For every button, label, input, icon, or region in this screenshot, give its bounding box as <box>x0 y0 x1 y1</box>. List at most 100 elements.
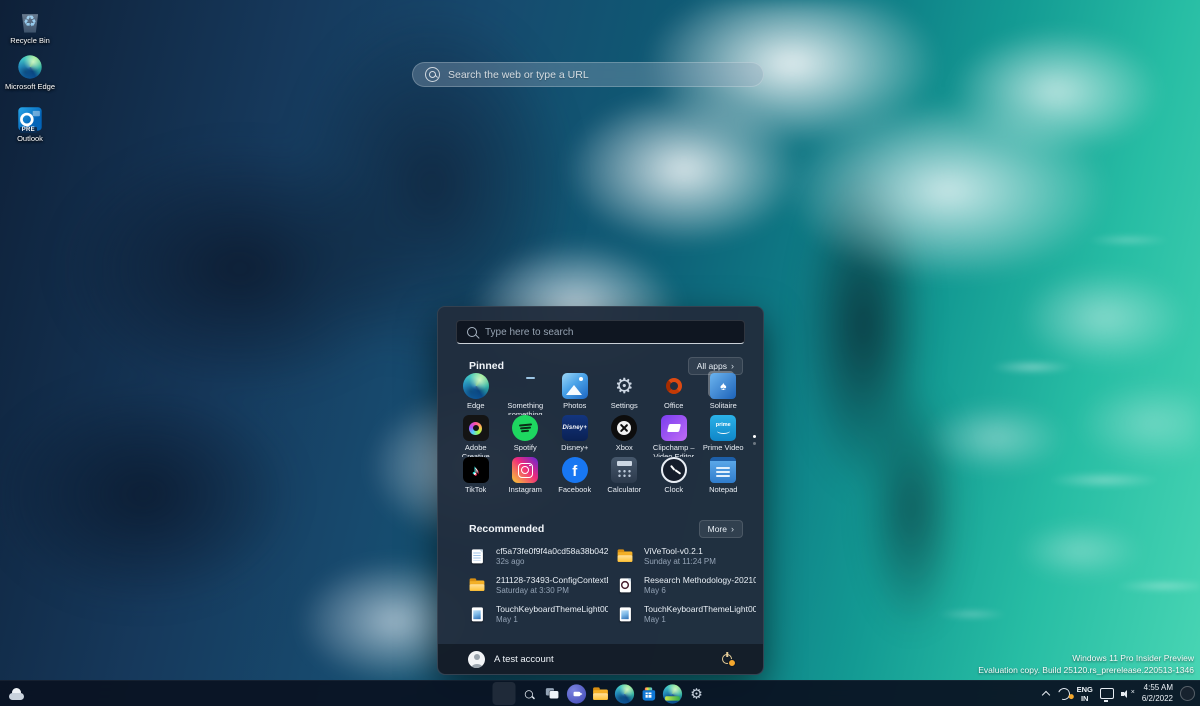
recommended-item-cf5a73fe0f9f4a0cd58a38b04219a01[interactable]: cf5a73fe0f9f4a0cd58a38b04219a01... 32s a… <box>462 541 610 570</box>
pinned-app-label: Settings <box>611 401 638 410</box>
recommended-section-title: Recommended <box>469 523 544 535</box>
notepad-icon <box>710 457 736 483</box>
taskbar-store-button[interactable] <box>637 682 660 705</box>
pinned-app-xbox[interactable]: Xbox <box>600 415 650 457</box>
pinned-page-dots[interactable] <box>753 435 756 445</box>
update-sync-icon[interactable] <box>1056 686 1072 702</box>
pinned-app-photos[interactable]: Photos <box>550 373 600 415</box>
desktop-search-bar[interactable]: Search the web or type a URL <box>412 62 764 87</box>
desktop-icon-outlook[interactable]: PRE Outlook <box>0 106 65 143</box>
power-button[interactable] <box>721 653 733 665</box>
tiles-icon <box>512 373 538 399</box>
folder-icon <box>467 575 486 594</box>
chevron-right-icon: › <box>731 525 734 534</box>
search-icon <box>518 684 537 703</box>
recommended-item-meta: May 6 <box>644 586 756 595</box>
pinned-app-tiktok[interactable]: ♪ TikTok <box>451 457 501 499</box>
store-icon <box>638 684 657 703</box>
pinned-app-spotify[interactable]: Spotify <box>501 415 551 457</box>
facebook-icon: f <box>562 457 588 483</box>
recycle-bin-icon: ♻ <box>18 9 41 32</box>
photos-icon <box>562 373 588 399</box>
pinned-app-settings[interactable]: ⚙ Settings <box>600 373 650 415</box>
folder-icon <box>590 684 609 703</box>
search-icon <box>425 67 440 82</box>
recommended-item-meta: May 1 <box>496 615 608 624</box>
pinned-app-calculator[interactable]: Calculator <box>600 457 650 499</box>
taskbar-search-button[interactable] <box>517 682 540 705</box>
pinned-app-office[interactable]: Office <box>649 373 699 415</box>
hidden-icons-chevron[interactable] <box>1042 689 1051 698</box>
calculator-icon <box>611 457 637 483</box>
clock-icon <box>661 457 687 483</box>
clipchamp-icon <box>661 415 687 441</box>
notification-badge[interactable] <box>1180 686 1195 701</box>
recommended-item-name: TouchKeyboardThemeLight000 <box>496 604 608 614</box>
desktop-icon-label: Outlook <box>17 134 43 143</box>
user-avatar[interactable] <box>468 651 485 668</box>
network-icon[interactable] <box>1100 688 1114 699</box>
pinned-app-edge[interactable]: Edge <box>451 373 501 415</box>
recommended-item-name: ViVeTool-v0.2.1 <box>644 546 716 556</box>
pinned-apps-grid: Edge Something something Photos ⚙ Settin… <box>451 373 751 499</box>
windows-icon <box>494 684 513 703</box>
page-dot-active[interactable] <box>753 435 756 438</box>
taskbar-file-explorer-button[interactable] <box>589 682 612 705</box>
pinned-app-label: Adobe Creative Cloud Express <box>452 443 499 457</box>
pinned-app-facebook[interactable]: f Facebook <box>550 457 600 499</box>
disney-icon: Disney+ <box>562 415 588 441</box>
watermark-line2: Evaluation copy. Build 25120.rs_prerelea… <box>978 665 1194 676</box>
pinned-app-something-something[interactable]: Something something <box>501 373 551 415</box>
pinned-app-instagram[interactable]: Instagram <box>501 457 551 499</box>
instagram-icon <box>512 457 538 483</box>
recommended-item-name: cf5a73fe0f9f4a0cd58a38b04219a01... <box>496 546 608 556</box>
recommended-grid: cf5a73fe0f9f4a0cd58a38b04219a01... 32s a… <box>462 541 748 628</box>
language-indicator[interactable]: ENG IN <box>1077 685 1093 703</box>
more-button[interactable]: More › <box>699 520 743 538</box>
pinned-app-label: Spotify <box>514 443 537 452</box>
taskbar-start-button[interactable] <box>493 682 516 705</box>
image-file-icon <box>471 606 482 620</box>
more-label: More <box>708 524 727 534</box>
recommended-item-vivetool-v0-2-1[interactable]: ViVeTool-v0.2.1 Sunday at 11:24 PM <box>610 541 758 570</box>
taskbar-edge-button[interactable] <box>613 682 636 705</box>
pinned-app-label: Clipchamp – Video Editor <box>650 443 697 457</box>
adobe-icon <box>463 415 489 441</box>
pinned-app-clock[interactable]: Clock <box>649 457 699 499</box>
pre-badge: PRE <box>20 127 37 133</box>
taskbar-chat-button[interactable] <box>565 682 588 705</box>
pinned-app-disney[interactable]: Disney+ Disney+ <box>550 415 600 457</box>
start-menu: Type here to search Pinned All apps › Ed… <box>437 306 764 675</box>
desktop-icon-microsoft-edge[interactable]: Microsoft Edge <box>0 54 65 91</box>
recommended-item-211128-73493-configcontextdata[interactable]: 211128-73493-ConfigContextData Saturday … <box>462 570 610 599</box>
pinned-app-prime-video[interactable]: prime Prime Video <box>699 415 749 457</box>
clock-date[interactable]: 4:55 AM 6/2/2022 <box>1142 683 1173 704</box>
start-search-input[interactable]: Type here to search <box>456 320 745 344</box>
pinned-app-label: Notepad <box>709 485 737 494</box>
taskbar-center: ⚙ <box>493 681 708 706</box>
recommended-item-touchkeyboardthemelight000[interactable]: TouchKeyboardThemeLight000 May 1 <box>462 599 610 628</box>
widgets-weather-icon[interactable] <box>9 688 25 700</box>
volume-muted-icon[interactable]: × <box>1121 688 1135 699</box>
page-dot[interactable] <box>753 442 756 445</box>
user-name[interactable]: A test account <box>494 654 554 665</box>
pinned-app-solitaire[interactable]: ♠ Solitaire <box>699 373 749 415</box>
recommended-item-meta: Sunday at 11:24 PM <box>644 557 716 566</box>
recommended-item-touchkeyboardthemelight003[interactable]: TouchKeyboardThemeLight003 May 1 <box>610 599 758 628</box>
pinned-app-label: Solitaire <box>710 401 737 410</box>
pinned-app-label: Something something <box>502 401 549 415</box>
desktop-icon-recycle-bin[interactable]: ♻ Recycle Bin <box>0 8 65 45</box>
settings-icon: ⚙ <box>611 373 637 399</box>
recommended-item-research-methodology-20210401-0[interactable]: Research Methodology-20210401_0... May 6 <box>610 570 758 599</box>
watermark-line1: Windows 11 Pro Insider Preview <box>978 653 1194 664</box>
chevron-right-icon: › <box>731 362 734 371</box>
taskbar-edge-dev-button[interactable] <box>661 682 684 705</box>
folder-icon <box>615 546 634 565</box>
taskbar-settings-button[interactable]: ⚙ <box>685 682 708 705</box>
pinned-app-notepad[interactable]: Notepad <box>699 457 749 499</box>
taskbar-task-view-button[interactable] <box>541 682 564 705</box>
pinned-app-clipchamp-video-editor[interactable]: Clipchamp – Video Editor <box>649 415 699 457</box>
pinned-app-label: Calculator <box>607 485 641 494</box>
desktop-icon-label: Recycle Bin <box>10 36 50 45</box>
pinned-app-adobe-creative-cloud-express[interactable]: Adobe Creative Cloud Express <box>451 415 501 457</box>
